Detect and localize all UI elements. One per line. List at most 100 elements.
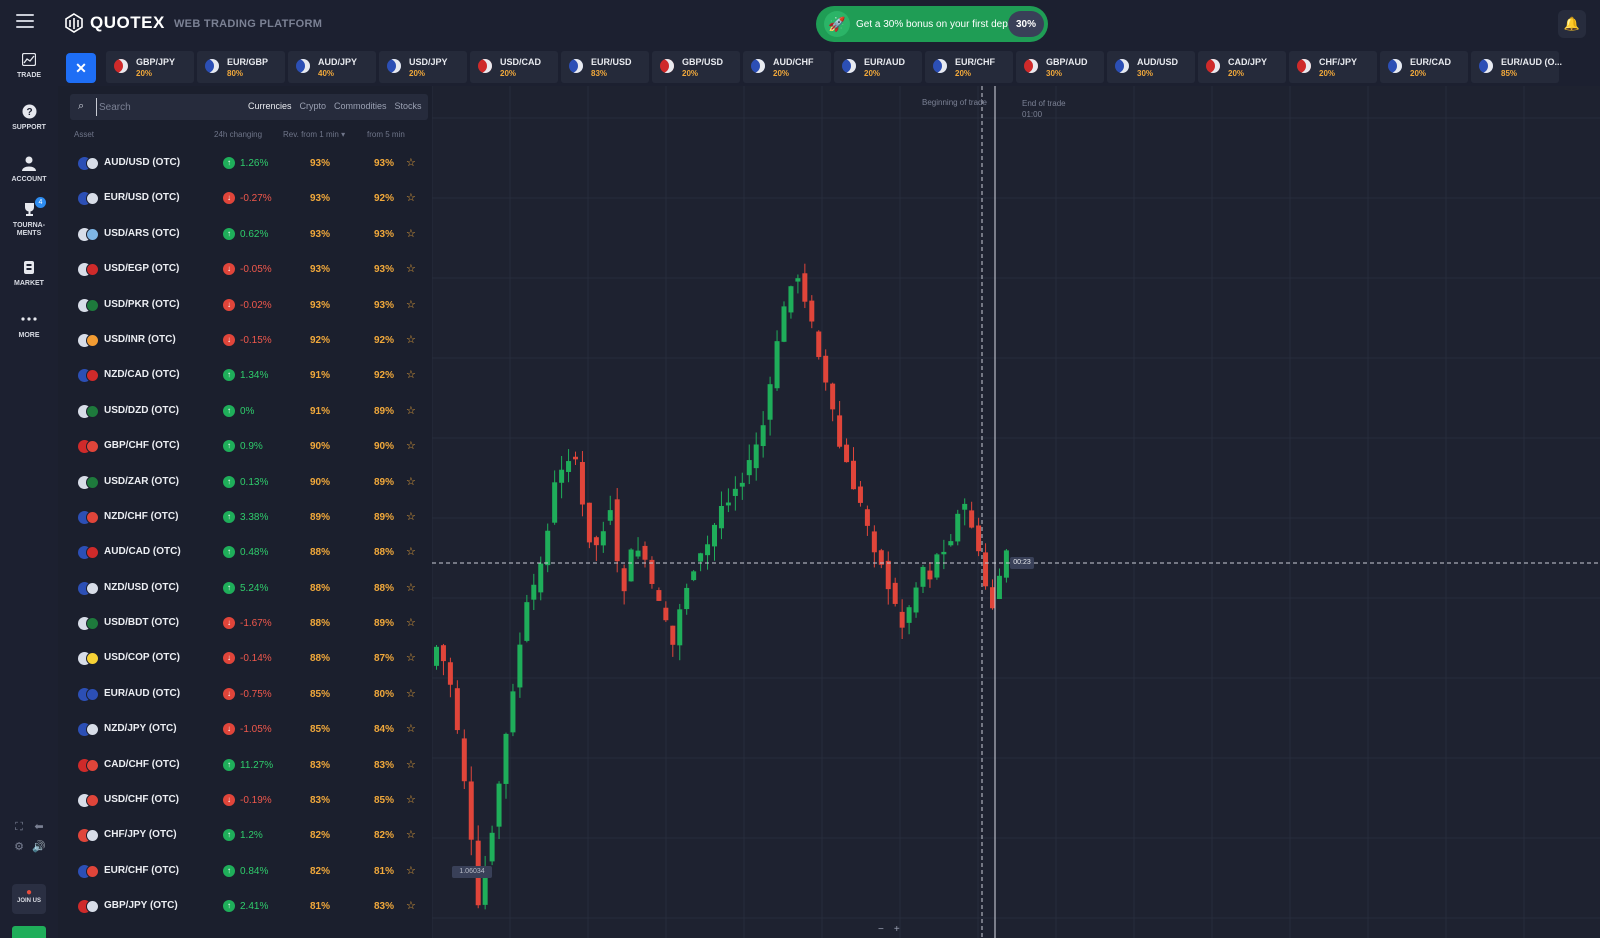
favorite-star-icon[interactable]: ☆ xyxy=(406,298,416,311)
sidebar-item-tournaments[interactable]: 4 TOURNA-MENTS xyxy=(0,197,58,238)
ticker-item[interactable]: USD/JPY 20% xyxy=(379,51,467,83)
favorite-star-icon[interactable]: ☆ xyxy=(406,828,416,841)
ticker-item[interactable]: AUD/CHF 20% xyxy=(743,51,831,83)
ticker-item[interactable]: CHF/JPY 20% xyxy=(1289,51,1377,83)
asset-row[interactable]: GBP/CHF (OTC) ↑ 0.9% 90% 90% ☆ xyxy=(70,429,420,464)
asset-row[interactable]: AUD/CAD (OTC) ↑ 0.48% 88% 88% ☆ xyxy=(70,535,420,570)
favorite-star-icon[interactable]: ☆ xyxy=(406,722,416,735)
asset-row[interactable]: CAD/CHF (OTC) ↑ 11.27% 83% 83% ☆ xyxy=(70,748,420,783)
favorite-star-icon[interactable]: ☆ xyxy=(406,616,416,629)
asset-rev-1min: 89% xyxy=(310,511,331,523)
favorite-star-icon[interactable]: ☆ xyxy=(406,545,416,558)
asset-name: GBP/JPY (OTC) xyxy=(104,900,178,912)
ticker-item[interactable]: EUR/GBP 80% xyxy=(197,51,285,83)
gear-icon[interactable]: ⚙ xyxy=(12,840,26,854)
asset-row[interactable]: EUR/AUD (OTC) ↓ -0.75% 85% 80% ☆ xyxy=(70,677,420,712)
column-24h-change[interactable]: 24h changing xyxy=(214,130,262,139)
tab-stocks[interactable]: Stocks xyxy=(395,101,422,111)
asset-row[interactable]: USD/PKR (OTC) ↓ -0.02% 93% 93% ☆ xyxy=(70,288,420,323)
ticker-item[interactable]: GBP/USD 20% xyxy=(652,51,740,83)
currency-flags-icon xyxy=(78,652,100,666)
asset-row[interactable]: NZD/CHF (OTC) ↑ 3.38% 89% 89% ☆ xyxy=(70,500,420,535)
logo[interactable]: QUOTEX xyxy=(64,13,165,33)
ticker-item[interactable]: USD/CAD 20% xyxy=(470,51,558,83)
asset-rev-1min: 93% xyxy=(310,299,331,311)
column-rev-1min[interactable]: Rev. from 1 min ▾ xyxy=(283,130,345,139)
zoom-in-button[interactable]: + xyxy=(894,924,910,935)
asset-row[interactable]: USD/COP (OTC) ↓ -0.14% 88% 87% ☆ xyxy=(70,641,420,676)
back-arrow-icon[interactable]: ⬅ xyxy=(32,820,46,834)
favorite-star-icon[interactable]: ☆ xyxy=(406,227,416,240)
close-asset-list-button[interactable]: ✕ xyxy=(66,53,96,83)
sidebar-item-support[interactable]: ? SUPPORT xyxy=(0,102,58,132)
asset-row[interactable]: NZD/JPY (OTC) ↓ -1.05% 85% 84% ☆ xyxy=(70,712,420,747)
chat-tab[interactable] xyxy=(12,926,46,938)
column-asset[interactable]: Asset xyxy=(74,130,94,139)
favorite-star-icon[interactable]: ☆ xyxy=(406,581,416,594)
favorite-star-icon[interactable]: ☆ xyxy=(406,510,416,523)
ticker-item[interactable]: EUR/AUD (O... 85% xyxy=(1471,51,1562,83)
asset-row[interactable]: USD/DZD (OTC) ↑ 0% 91% 89% ☆ xyxy=(70,394,420,429)
asset-row[interactable]: USD/ARS (OTC) ↑ 0.62% 93% 93% ☆ xyxy=(70,217,420,252)
favorite-star-icon[interactable]: ☆ xyxy=(406,404,416,417)
asset-row[interactable]: EUR/USD (OTC) ↓ -0.27% 93% 92% ☆ xyxy=(70,181,420,216)
sidebar-item-account[interactable]: ACCOUNT xyxy=(0,154,58,184)
favorite-star-icon[interactable]: ☆ xyxy=(406,191,416,204)
asset-row[interactable]: USD/INR (OTC) ↓ -0.15% 92% 92% ☆ xyxy=(70,323,420,358)
favorite-star-icon[interactable]: ☆ xyxy=(406,262,416,275)
ticker-item[interactable]: EUR/CAD 20% xyxy=(1380,51,1468,83)
tab-commodities[interactable]: Commodities xyxy=(334,101,387,111)
bonus-banner[interactable]: 🚀 Get a 30% bonus on your first deposit … xyxy=(816,6,1048,42)
asset-row[interactable]: USD/EGP (OTC) ↓ -0.05% 93% 93% ☆ xyxy=(70,252,420,287)
price-chart[interactable]: Beginning of trade End of trade 01:00 00… xyxy=(432,86,1600,938)
sidebar-item-market[interactable]: MARKET xyxy=(0,258,58,288)
asset-name: USD/BDT (OTC) xyxy=(104,617,179,629)
sound-icon[interactable]: 🔊 xyxy=(32,840,46,854)
search-input[interactable] xyxy=(96,98,226,116)
zoom-out-button[interactable]: − xyxy=(878,924,894,935)
notification-bell-icon[interactable]: 🔔 xyxy=(1558,10,1586,38)
ticker-item[interactable]: EUR/USD 83% xyxy=(561,51,649,83)
candle-body xyxy=(969,510,975,528)
ticker-item[interactable]: CAD/JPY 20% xyxy=(1198,51,1286,83)
favorite-star-icon[interactable]: ☆ xyxy=(406,333,416,346)
asset-row[interactable]: GBP/JPY (OTC) ↑ 2.41% 81% 83% ☆ xyxy=(70,889,420,924)
fullscreen-icon[interactable]: ⛶ xyxy=(12,820,26,834)
asset-row[interactable]: USD/ZAR (OTC) ↑ 0.13% 90% 89% ☆ xyxy=(70,465,420,500)
favorite-star-icon[interactable]: ☆ xyxy=(406,475,416,488)
asset-row[interactable]: USD/CHF (OTC) ↓ -0.19% 83% 85% ☆ xyxy=(70,783,420,818)
favorite-star-icon[interactable]: ☆ xyxy=(406,368,416,381)
favorite-star-icon[interactable]: ☆ xyxy=(406,864,416,877)
column-rev-5min[interactable]: from 5 min xyxy=(367,130,405,139)
favorite-star-icon[interactable]: ☆ xyxy=(406,439,416,452)
favorite-star-icon[interactable]: ☆ xyxy=(406,793,416,806)
asset-name: EUR/USD (OTC) xyxy=(104,192,180,204)
asset-row[interactable]: EUR/CHF (OTC) ↑ 0.84% 82% 81% ☆ xyxy=(70,854,420,889)
asset-row[interactable]: NZD/CAD (OTC) ↑ 1.34% 91% 92% ☆ xyxy=(70,358,420,393)
favorite-star-icon[interactable]: ☆ xyxy=(406,651,416,664)
ticker-item[interactable]: EUR/CHF 20% xyxy=(925,51,1013,83)
asset-row[interactable]: AUD/USD (OTC) ↑ 1.26% 93% 93% ☆ xyxy=(70,146,420,181)
candle-body xyxy=(614,499,620,562)
countdown-timer: 00:23 xyxy=(1010,557,1034,569)
ticker-item[interactable]: AUD/USD 30% xyxy=(1107,51,1195,83)
tab-crypto[interactable]: Crypto xyxy=(300,101,327,111)
asset-name: EUR/AUD (OTC) xyxy=(104,687,181,699)
favorite-star-icon[interactable]: ☆ xyxy=(406,687,416,700)
favorite-star-icon[interactable]: ☆ xyxy=(406,899,416,912)
sidebar-item-trade[interactable]: TRADE xyxy=(0,50,58,80)
favorite-star-icon[interactable]: ☆ xyxy=(406,156,416,169)
asset-24h-change: -1.05% xyxy=(240,724,272,736)
asset-row[interactable]: CHF/JPY (OTC) ↑ 1.2% 82% 82% ☆ xyxy=(70,818,420,853)
tab-currencies[interactable]: Currencies xyxy=(248,101,292,111)
join-us-button[interactable]: ● JOIN US xyxy=(12,884,46,914)
asset-row[interactable]: USD/BDT (OTC) ↓ -1.67% 88% 89% ☆ xyxy=(70,606,420,641)
asset-row[interactable]: NZD/USD (OTC) ↑ 5.24% 88% 88% ☆ xyxy=(70,571,420,606)
menu-icon[interactable] xyxy=(16,14,34,28)
ticker-item[interactable]: GBP/JPY 20% xyxy=(106,51,194,83)
ticker-item[interactable]: AUD/JPY 40% xyxy=(288,51,376,83)
ticker-item[interactable]: EUR/AUD 20% xyxy=(834,51,922,83)
favorite-star-icon[interactable]: ☆ xyxy=(406,758,416,771)
sidebar-item-more[interactable]: MORE xyxy=(0,310,58,340)
ticker-item[interactable]: GBP/AUD 30% xyxy=(1016,51,1104,83)
